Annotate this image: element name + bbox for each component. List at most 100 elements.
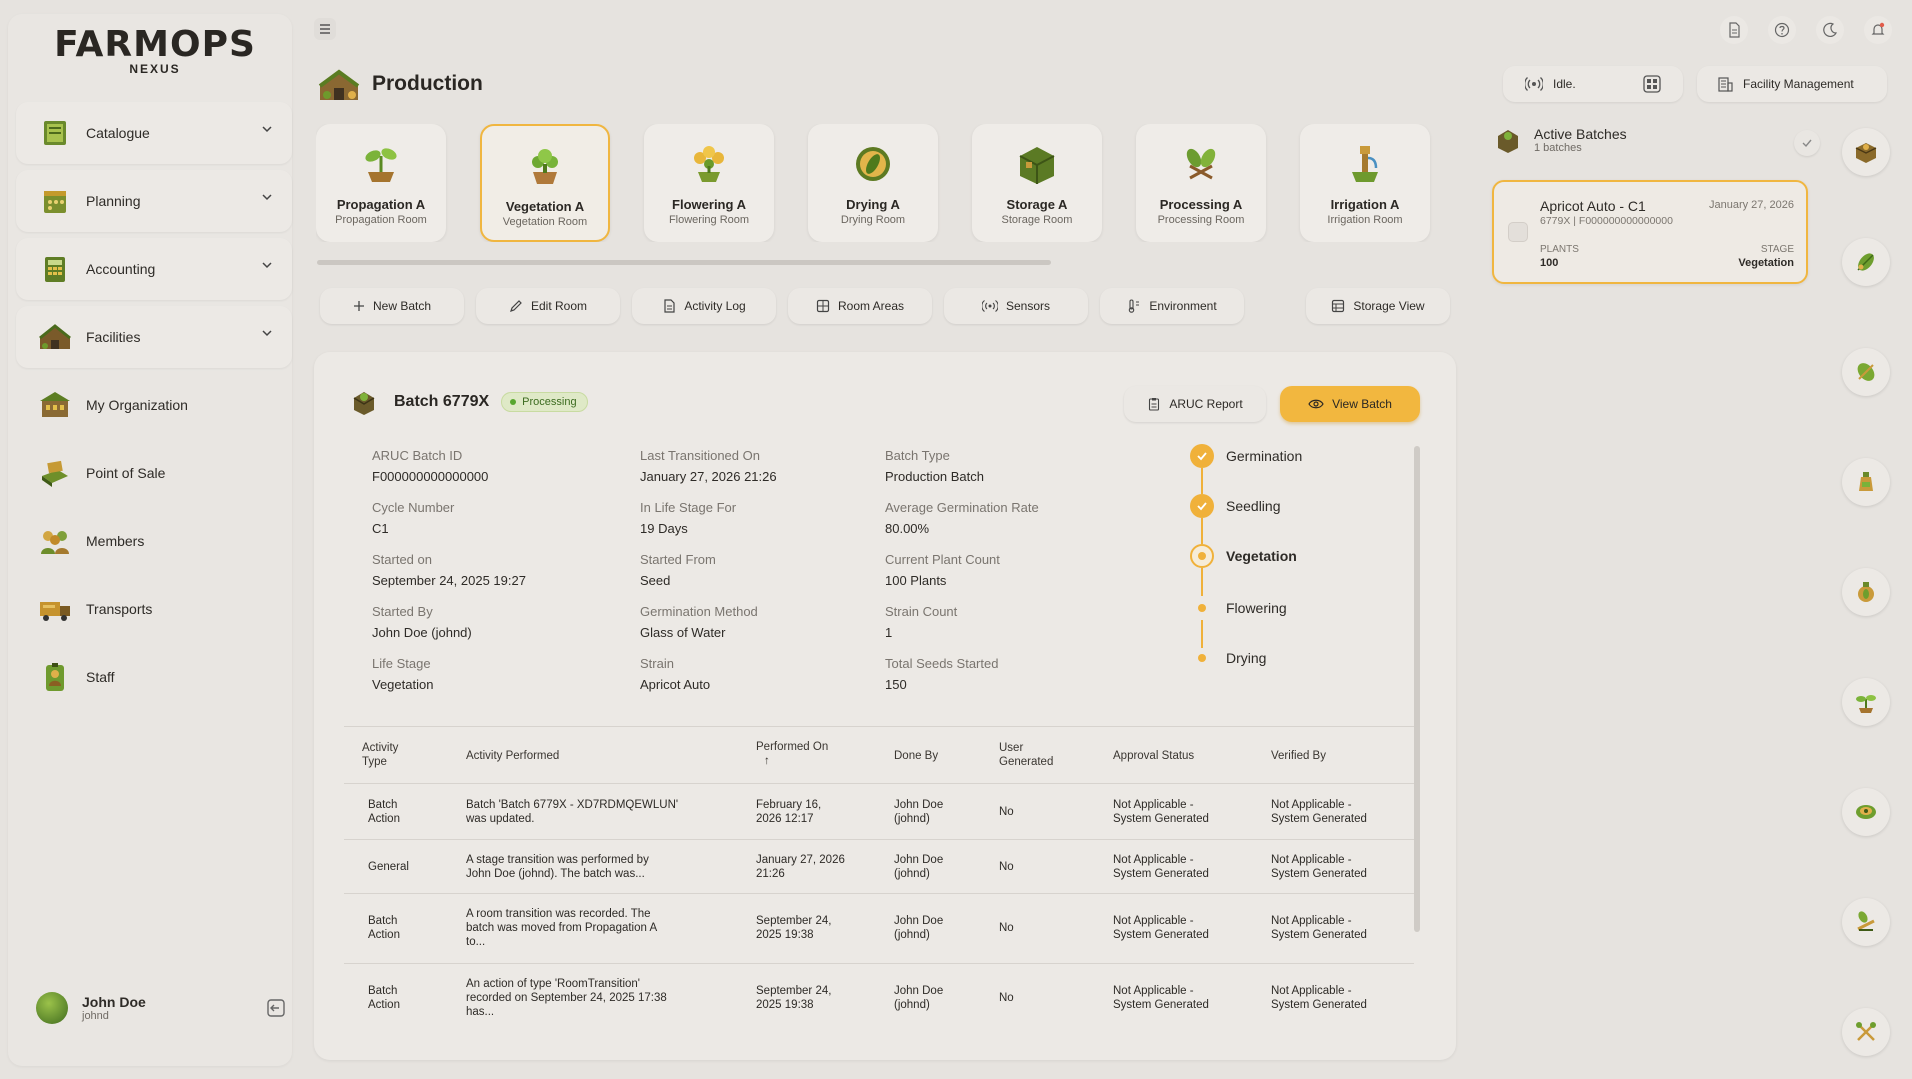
sensors-label: Sensors xyxy=(1005,299,1051,313)
sidebar-item-staff[interactable]: Staff xyxy=(16,646,292,708)
stage-connector xyxy=(1201,468,1203,494)
col-done-by[interactable]: Done By xyxy=(894,749,938,763)
sidebar-item-catalogue[interactable]: Catalogue xyxy=(16,102,292,164)
menu-toggle-icon[interactable] xyxy=(314,18,336,40)
seedling-icon xyxy=(365,148,397,182)
col-approval-status[interactable]: Approval Status xyxy=(1113,749,1194,763)
rail-leaf-icon[interactable] xyxy=(1842,238,1890,286)
cell-user-generated: No xyxy=(999,922,1014,934)
grid-icon[interactable] xyxy=(1643,75,1661,93)
sidebar-item-members[interactable]: Members xyxy=(16,510,292,572)
field-batch-type: Batch Type Production Batch xyxy=(885,448,984,484)
room-type: Processing Room xyxy=(1157,214,1245,226)
batch-select-checkbox[interactable] xyxy=(1508,222,1528,242)
cell-activity-type: Batch Action xyxy=(368,799,400,825)
sidebar-item-label: My Organization xyxy=(86,397,188,413)
field-label: Batch Type xyxy=(885,448,950,463)
col-activity-performed[interactable]: Activity Performed xyxy=(466,749,559,763)
stage-seedling: Seedling xyxy=(1190,494,1281,518)
room-type: Vegetation Room xyxy=(502,216,588,228)
room-card-processing[interactable]: Processing A Processing Room xyxy=(1136,124,1266,242)
plus-icon xyxy=(353,301,364,311)
field-label: Current Plant Count xyxy=(885,552,1000,567)
aruc-report-button[interactable]: ARUC Report xyxy=(1124,386,1266,422)
rail-tools-icon[interactable] xyxy=(1842,1008,1890,1056)
field-label: Average Germination Rate xyxy=(885,500,1039,515)
col-user-generated[interactable]: User Generated xyxy=(999,741,1053,769)
rail-trim-icon[interactable] xyxy=(1842,898,1890,946)
rail-sprout-icon[interactable] xyxy=(1842,678,1890,726)
notification-bell-icon[interactable] xyxy=(1864,16,1892,44)
room-card-drying[interactable]: Drying A Drying Room xyxy=(808,124,938,242)
sidebar-item-label: Accounting xyxy=(86,261,156,277)
sidebar-item-planning[interactable]: Planning xyxy=(16,170,292,232)
activity-log-button[interactable]: Activity Log xyxy=(632,288,776,324)
irrigation-icon xyxy=(1352,146,1378,182)
batch-card-name: Apricot Auto - C1 xyxy=(1540,198,1646,214)
stage-vegetation: Vegetation xyxy=(1190,544,1297,568)
document-icon[interactable] xyxy=(1720,16,1748,44)
production-icon xyxy=(318,69,360,100)
stage-label: Germination xyxy=(1226,448,1303,464)
brand-logo[interactable]: FARMOPS NEXUS xyxy=(50,26,260,77)
table-row[interactable]: General A stage transition was performed… xyxy=(344,840,1414,894)
chevron-down-icon[interactable] xyxy=(262,192,272,202)
theme-toggle-icon[interactable] xyxy=(1816,16,1844,44)
members-icon xyxy=(38,524,72,558)
sensors-button[interactable]: Sensors xyxy=(944,288,1088,324)
active-batches-count: 1 batches xyxy=(1534,142,1582,154)
room-scrollbar-thumb[interactable] xyxy=(317,260,1051,265)
cell-done-by: John Doe (johnd) xyxy=(894,915,944,941)
col-performed-on[interactable]: Performed On ↑ xyxy=(756,740,828,768)
status-indicator-button[interactable]: Idle. xyxy=(1503,66,1683,102)
eye-icon xyxy=(1308,399,1324,409)
room-card-storage[interactable]: Storage A Storage Room xyxy=(972,124,1102,242)
environment-button[interactable]: Environment xyxy=(1100,288,1244,324)
sidebar-item-facilities[interactable]: Facilities xyxy=(16,306,292,368)
sidebar-item-point-of-sale[interactable]: Point of Sale xyxy=(16,442,292,504)
sidebar-item-transports[interactable]: Transports xyxy=(16,578,292,640)
chevron-down-icon[interactable] xyxy=(262,124,272,134)
sidebar-item-my-organization[interactable]: My Organization xyxy=(16,374,292,436)
panel-scrollbar[interactable] xyxy=(1414,446,1420,932)
facility-management-button[interactable]: Facility Management xyxy=(1697,66,1887,102)
room-type: Flowering Room xyxy=(668,214,750,226)
help-icon[interactable] xyxy=(1768,16,1796,44)
field-label: Total Seeds Started xyxy=(885,656,999,671)
chevron-down-icon[interactable] xyxy=(262,260,272,270)
active-batch-card[interactable]: Apricot Auto - C1 January 27, 2026 6779X… xyxy=(1492,180,1808,284)
logout-icon[interactable] xyxy=(266,998,286,1018)
sidebar-item-accounting[interactable]: Accounting xyxy=(16,238,292,300)
storage-view-button[interactable]: Storage View xyxy=(1306,288,1450,324)
room-card-vegetation[interactable]: Vegetation A Vegetation Room xyxy=(480,124,610,242)
room-scrollbar[interactable] xyxy=(313,260,1455,265)
new-batch-button[interactable]: New Batch xyxy=(320,288,464,324)
user-profile[interactable]: John Doe johnd xyxy=(36,986,286,1030)
room-card-irrigation[interactable]: Irrigation A Irrigation Room xyxy=(1300,124,1430,242)
rail-storage-icon[interactable] xyxy=(1842,128,1890,176)
stage-connector xyxy=(1201,620,1203,648)
sensor-wave-icon xyxy=(981,300,998,312)
rail-jar-icon[interactable] xyxy=(1842,568,1890,616)
table-row[interactable]: Batch Action Batch 'Batch 6779X - XD7RDMQ… xyxy=(344,784,1414,840)
col-activity-type[interactable]: Activity Type xyxy=(362,741,398,769)
chevron-down-icon[interactable] xyxy=(262,328,272,338)
room-card-propagation[interactable]: Propagation A Propagation Room xyxy=(316,124,446,242)
table-row[interactable]: Batch Action An action of type 'RoomTrans… xyxy=(344,964,1414,1032)
storage-crate-icon xyxy=(1019,147,1055,184)
stage-label: Drying xyxy=(1226,650,1267,666)
rail-bottle-icon[interactable] xyxy=(1842,458,1890,506)
rail-scale-icon[interactable] xyxy=(1842,788,1890,836)
field-started-from: Started From Seed xyxy=(640,552,716,588)
field-value: 150 xyxy=(885,677,907,692)
rail-cutting-icon[interactable] xyxy=(1842,348,1890,396)
stage-drying: Drying xyxy=(1190,646,1266,670)
table-row[interactable]: Batch Action A room transition was record… xyxy=(344,894,1414,964)
view-batch-button[interactable]: View Batch xyxy=(1280,386,1420,422)
room-card-flowering[interactable]: Flowering A Flowering Room xyxy=(644,124,774,242)
col-verified-by[interactable]: Verified By xyxy=(1271,749,1326,763)
select-all-check-icon[interactable] xyxy=(1794,130,1820,156)
field-value: F000000000000000 xyxy=(372,469,489,484)
room-areas-button[interactable]: Room Areas xyxy=(788,288,932,324)
edit-room-button[interactable]: Edit Room xyxy=(476,288,620,324)
